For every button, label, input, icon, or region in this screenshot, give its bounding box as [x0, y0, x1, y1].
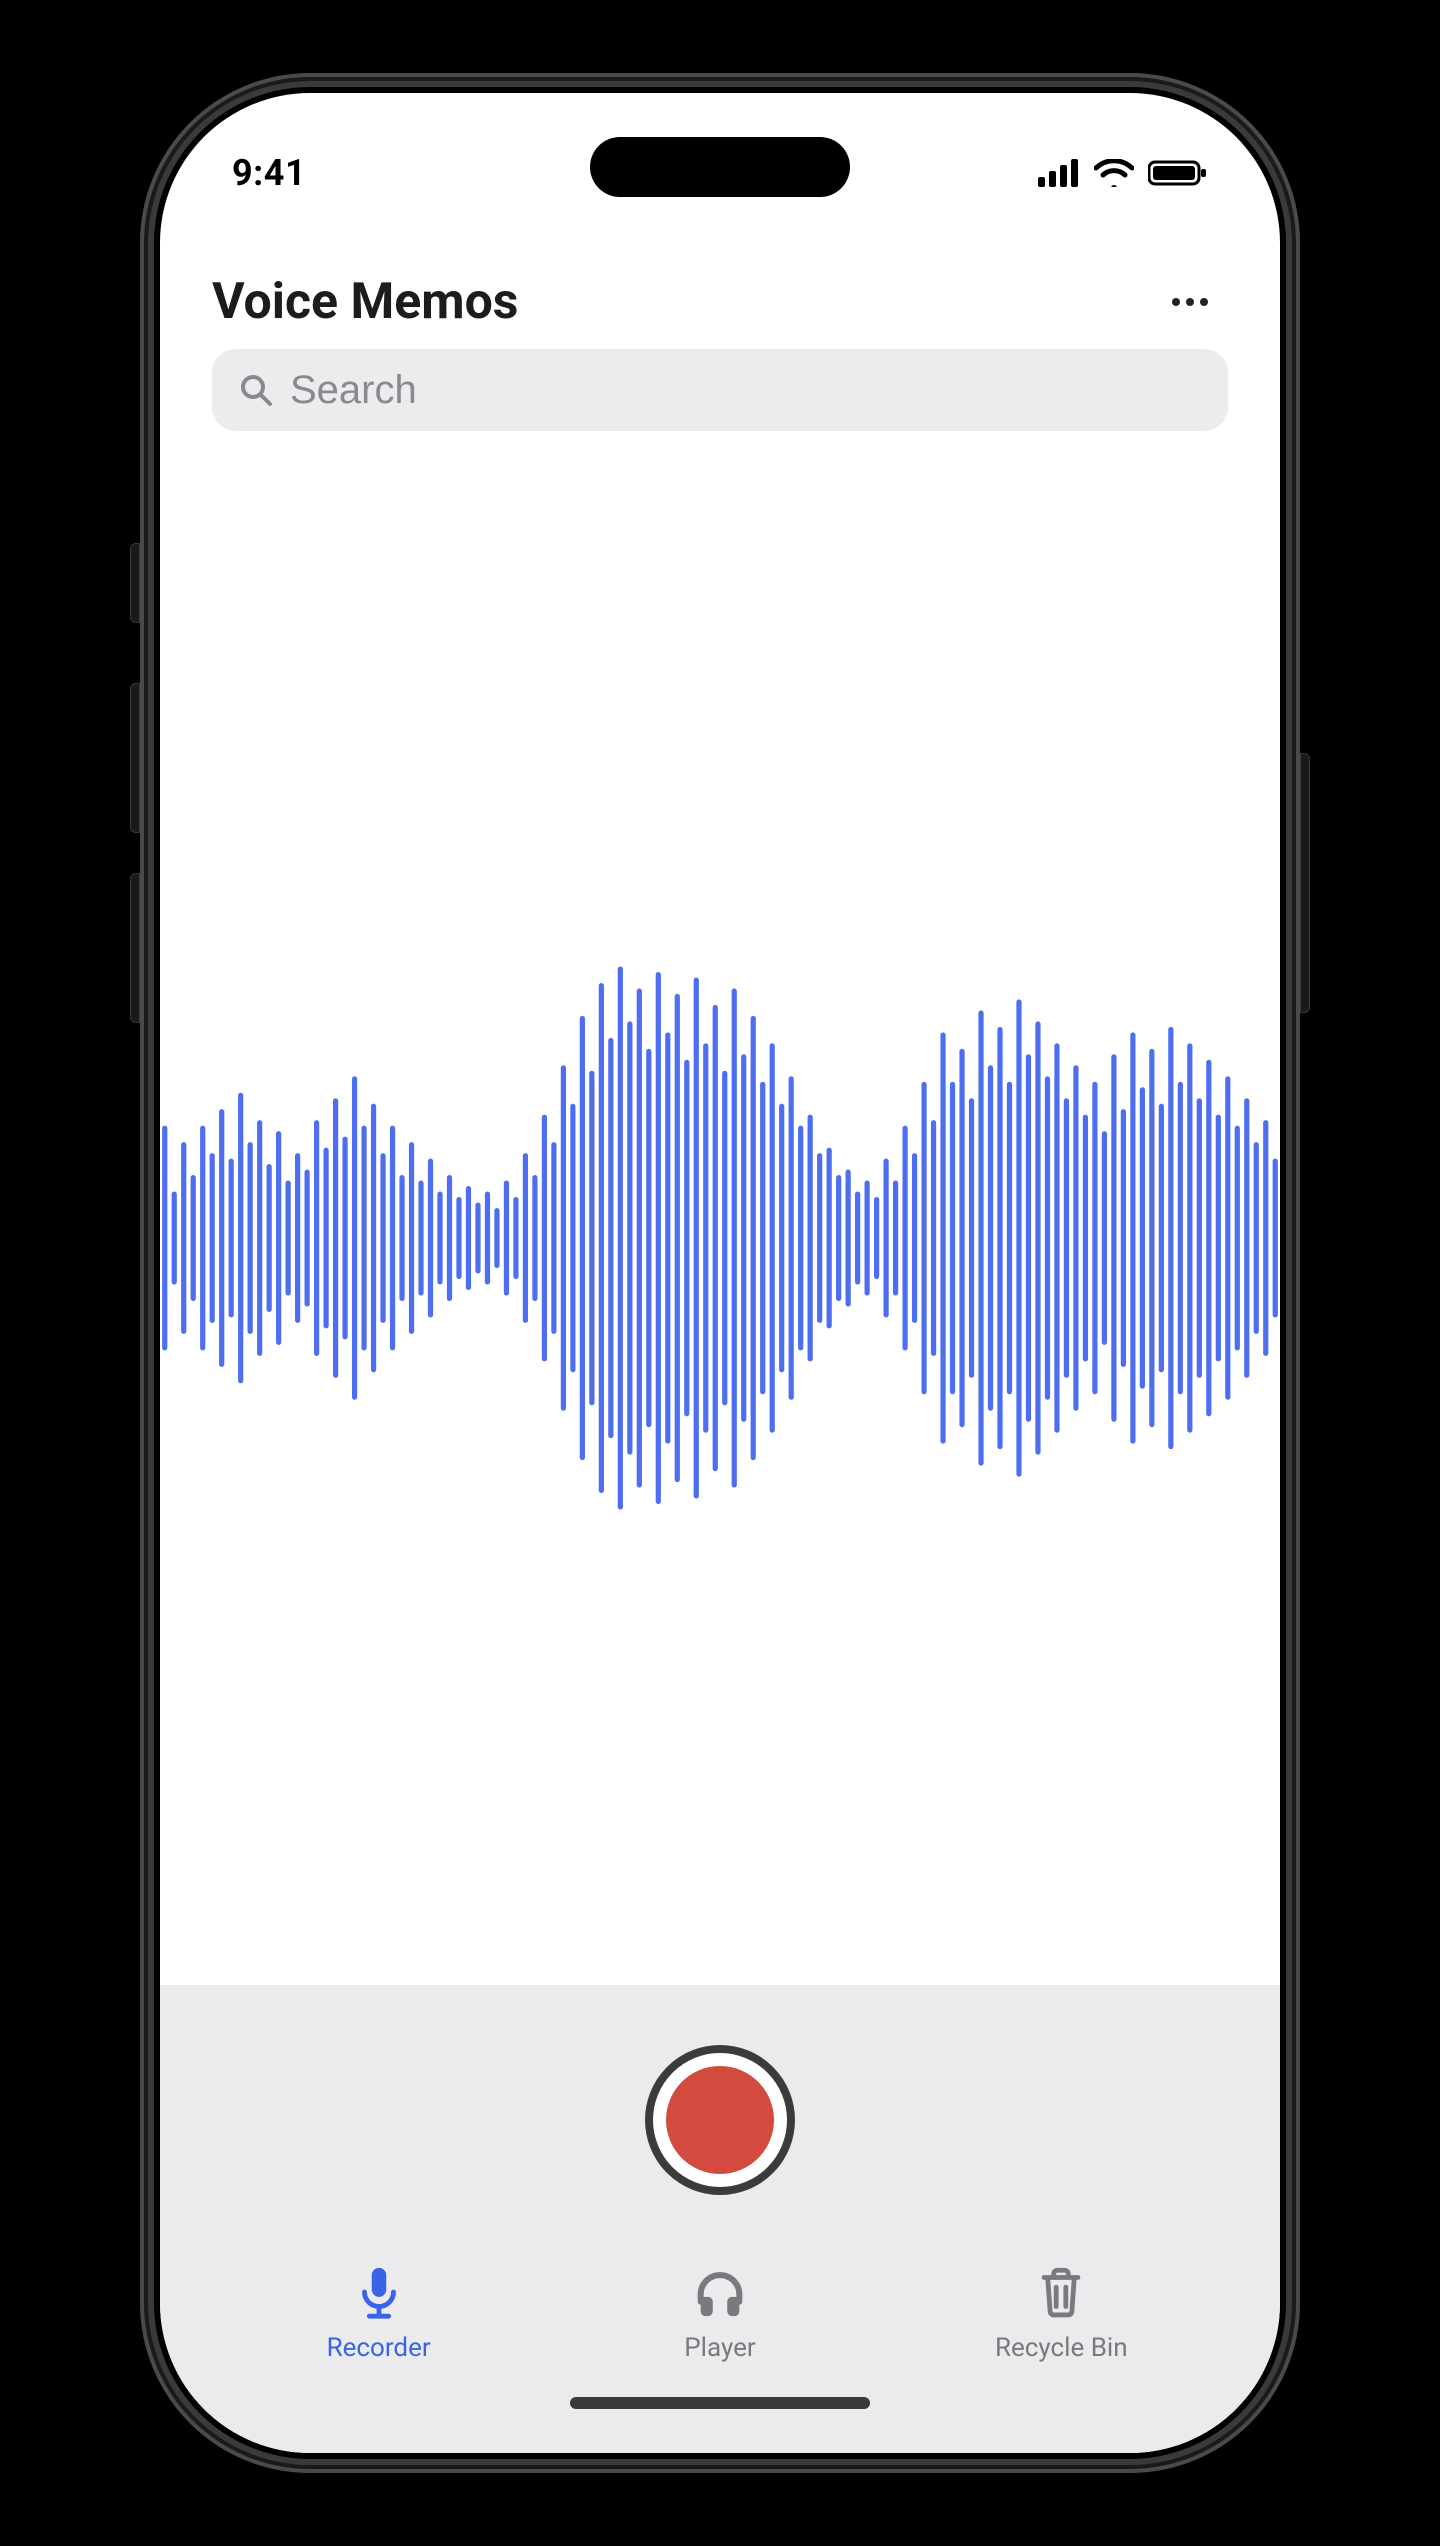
volume-up-button[interactable]	[130, 683, 140, 833]
tab-player-label: Player	[684, 2333, 755, 2363]
bottom-panel: Recorder Player	[160, 1985, 1280, 2453]
dynamic-island	[590, 137, 850, 197]
tab-player[interactable]: Player	[620, 2263, 820, 2363]
record-button[interactable]	[645, 2045, 795, 2195]
home-indicator[interactable]	[160, 2383, 1280, 2453]
search-input[interactable]	[290, 368, 1202, 413]
tab-recorder[interactable]: Recorder	[279, 2263, 479, 2363]
microphone-icon	[350, 2263, 408, 2321]
battery-icon	[1148, 159, 1208, 187]
power-button[interactable]	[1300, 753, 1310, 1013]
cellular-icon	[1038, 159, 1080, 187]
wifi-icon	[1094, 159, 1134, 187]
page-title: Voice Memos	[212, 273, 518, 331]
header: Voice Memos	[160, 213, 1280, 349]
tab-recorder-label: Recorder	[327, 2333, 431, 2363]
mute-switch[interactable]	[130, 543, 140, 623]
more-button[interactable]	[1162, 288, 1218, 316]
tab-recycle-label: Recycle Bin	[995, 2333, 1128, 2363]
record-icon	[666, 2066, 774, 2174]
volume-down-button[interactable]	[130, 873, 140, 1023]
headphones-icon	[691, 2263, 749, 2321]
status-icons	[1038, 159, 1208, 187]
phone-frame: 9:41	[140, 73, 1300, 2473]
search-field[interactable]	[212, 349, 1228, 431]
waveform-area	[160, 431, 1280, 1985]
trash-icon	[1032, 2263, 1090, 2321]
search-icon	[238, 372, 274, 408]
tab-recycle-bin[interactable]: Recycle Bin	[961, 2263, 1161, 2363]
tab-bar: Recorder Player	[160, 2235, 1280, 2383]
status-time: 9:41	[232, 152, 306, 194]
waveform-chart	[160, 958, 1280, 1518]
more-dots-icon	[1172, 298, 1180, 306]
